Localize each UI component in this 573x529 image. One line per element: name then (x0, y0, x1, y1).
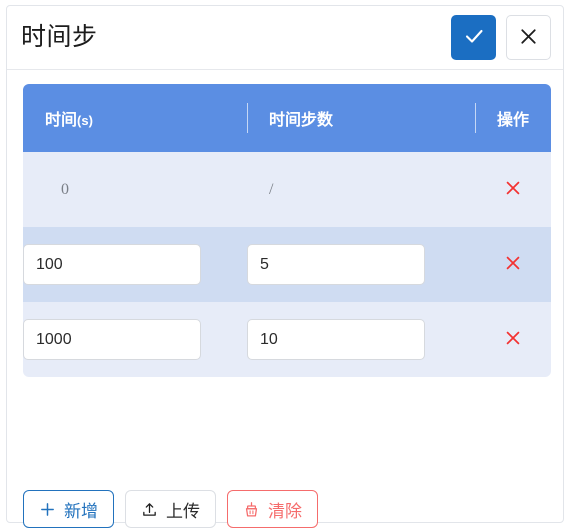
cell-time: 0 (23, 152, 247, 227)
check-icon (462, 24, 486, 51)
table-header-row: 时间(s) 时间步数 操作 (23, 84, 551, 152)
cell-action (475, 152, 551, 227)
add-row-button[interactable]: 新增 (23, 490, 114, 528)
column-header-time: 时间(s) (23, 84, 247, 152)
steps-input[interactable] (247, 244, 425, 285)
close-icon (503, 253, 523, 276)
column-header-time-unit: (s) (77, 113, 93, 128)
confirm-button[interactable] (451, 15, 496, 60)
cell-action (475, 227, 551, 302)
close-icon (503, 328, 523, 351)
clear-button[interactable]: 清除 (227, 490, 318, 528)
upload-button[interactable]: 上传 (125, 490, 216, 528)
cell-steps: / (247, 152, 475, 227)
steps-value-readonly: / (269, 180, 274, 198)
clear-label: 清除 (268, 501, 302, 521)
upload-label: 上传 (166, 501, 200, 521)
time-step-table: 时间(s) 时间步数 操作 0 / (23, 84, 551, 377)
delete-row-button[interactable] (500, 251, 526, 277)
table-body: 0 / (23, 152, 551, 377)
time-input[interactable] (23, 319, 201, 360)
column-header-steps: 时间步数 (247, 84, 475, 152)
cell-steps (247, 302, 475, 377)
header-actions (451, 15, 551, 60)
dialog-header: 时间步 (7, 6, 563, 70)
column-header-action: 操作 (475, 84, 551, 152)
page-title: 时间步 (21, 23, 98, 51)
table-row: 0 / (23, 152, 551, 227)
cancel-button[interactable] (506, 15, 551, 60)
upload-icon (141, 501, 158, 518)
add-row-label: 新增 (64, 501, 98, 521)
cell-action (475, 302, 551, 377)
time-value-readonly: 0 (61, 180, 69, 198)
table-row (23, 227, 551, 302)
column-header-time-label: 时间 (45, 112, 78, 129)
delete-row-button[interactable] (500, 326, 526, 352)
dialog-body: 时间(s) 时间步数 操作 0 / 100 5 1000 10 新增 上传 清除 (7, 70, 563, 528)
plus-icon (39, 501, 56, 518)
steps-input[interactable] (247, 319, 425, 360)
cell-time (23, 302, 247, 377)
column-header-action-label: 操作 (497, 112, 530, 129)
close-icon (503, 178, 523, 201)
table-row (23, 302, 551, 377)
cell-time (23, 227, 247, 302)
cell-steps (247, 227, 475, 302)
table-toolbar: 新增 上传 清除 (23, 490, 318, 528)
broom-icon (243, 501, 260, 518)
time-step-dialog: 时间步 时间(s) 时间步数 操作 0 / 100 5 1000 10 新增 上… (6, 5, 564, 528)
column-header-steps-label: 时间步数 (269, 112, 334, 129)
close-icon (517, 25, 540, 51)
time-input[interactable] (23, 244, 201, 285)
delete-row-button[interactable] (500, 176, 526, 202)
